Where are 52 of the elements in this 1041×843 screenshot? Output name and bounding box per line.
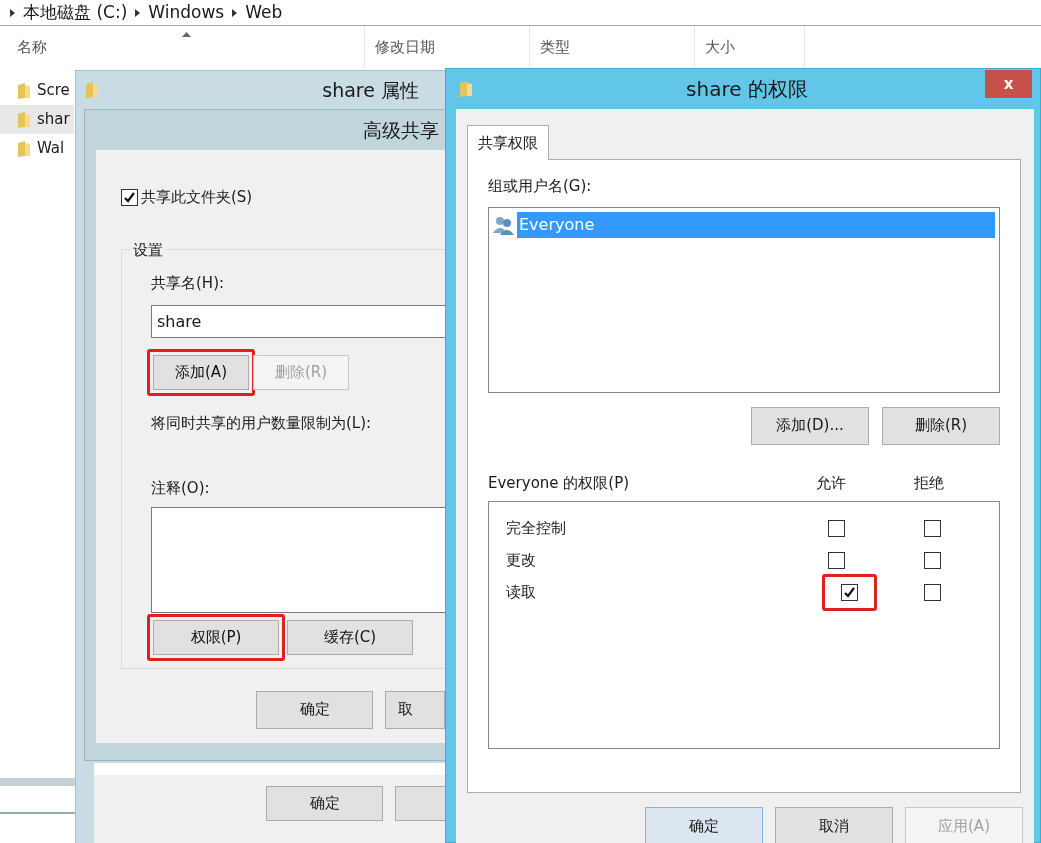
permission-name: 更改 xyxy=(505,549,537,571)
permission-name: 完全控制 xyxy=(505,517,567,539)
cancel-button[interactable]: 取 xyxy=(385,690,445,729)
allow-checkbox[interactable] xyxy=(841,583,858,601)
field-label: Everyone 的权限(P) xyxy=(488,472,631,494)
window-title: share 的权限 xyxy=(686,76,809,103)
checkbox[interactable] xyxy=(121,188,138,206)
file-row[interactable]: Wal xyxy=(0,134,74,163)
folder-icon xyxy=(84,81,100,99)
tab[interactable]: 共享权限 xyxy=(467,125,549,160)
file-row[interactable]: Scre xyxy=(0,76,74,105)
ok-button[interactable]: 确定 xyxy=(256,690,373,729)
caching-button[interactable]: 缓存(C) xyxy=(287,620,413,655)
field-label: 注释(O): xyxy=(151,477,211,499)
chevron-icon xyxy=(135,8,141,17)
window-title: share 属性 xyxy=(322,77,419,103)
folder-icon xyxy=(16,139,32,158)
chevron-icon xyxy=(10,8,15,17)
cancel-button[interactable]: 取消 xyxy=(775,807,893,843)
chevron-icon xyxy=(232,8,238,17)
field-label: 共享名(H): xyxy=(151,272,226,294)
share-name-field[interactable]: share xyxy=(151,305,445,338)
comment-field[interactable] xyxy=(151,507,445,613)
breadcrumb-item[interactable]: Web xyxy=(245,0,283,26)
add-button[interactable]: 添加(A) xyxy=(153,355,249,390)
folder-icon xyxy=(16,110,32,129)
sort-arrow-icon xyxy=(182,32,191,37)
breadcrumb-item[interactable]: Windows xyxy=(148,0,225,26)
ok-button[interactable]: 确定 xyxy=(266,786,383,821)
file-row[interactable]: shar xyxy=(0,105,74,134)
field-label: 组或用户名(G): xyxy=(488,176,593,197)
close-button[interactable]: x xyxy=(985,70,1032,98)
column-header: 拒绝 xyxy=(914,472,944,494)
checkbox-label[interactable]: 共享此文件夹(S) xyxy=(141,186,253,209)
folder-icon xyxy=(458,80,474,98)
ok-button[interactable]: 确定 xyxy=(645,807,763,843)
add-button[interactable]: 添加(D)... xyxy=(751,406,869,445)
permission-name: 读取 xyxy=(505,581,537,603)
field-label: 将同时共享的用户数量限制为(L): xyxy=(151,413,373,434)
deny-checkbox[interactable] xyxy=(924,519,941,537)
breadcrumb-item[interactable]: 本地磁盘 (C:) xyxy=(23,0,128,26)
allow-checkbox[interactable] xyxy=(828,551,845,569)
deny-checkbox[interactable] xyxy=(924,551,941,569)
window-title: 高级共享 xyxy=(363,117,439,143)
column-header: 允许 xyxy=(816,472,847,494)
users-icon xyxy=(493,214,515,235)
remove-button[interactable]: 删除(R) xyxy=(882,406,1000,445)
column-header[interactable]: 名称 xyxy=(0,26,365,68)
permissions-button[interactable]: 权限(P) xyxy=(153,620,279,655)
folder-icon xyxy=(16,81,32,100)
deny-checkbox[interactable] xyxy=(924,583,941,601)
allow-checkbox[interactable] xyxy=(828,519,845,537)
